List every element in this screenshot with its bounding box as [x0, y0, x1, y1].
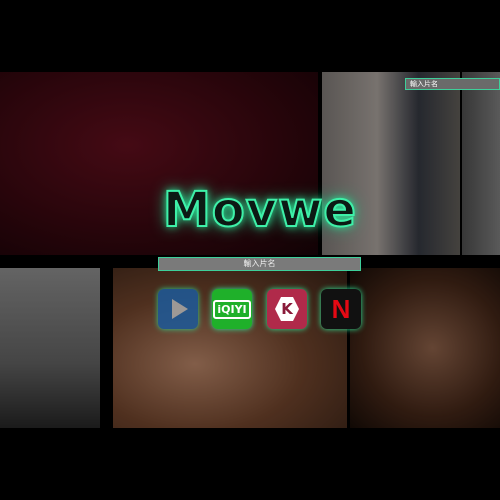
- netflix-app-button[interactable]: N: [321, 289, 361, 329]
- top-search-input[interactable]: 輸入片名: [405, 78, 500, 90]
- kktv-logo: K: [275, 297, 299, 321]
- kktv-app-button[interactable]: K: [267, 289, 307, 329]
- play-icon: [172, 299, 188, 319]
- search-input[interactable]: 輸入片名: [158, 257, 361, 271]
- iqiyi-app-button[interactable]: iQIYI: [212, 289, 252, 329]
- iqiyi-logo: iQIYI: [213, 299, 251, 319]
- netflix-logo: N: [331, 293, 351, 324]
- video-app-button[interactable]: [158, 289, 198, 329]
- logo: Movwe: [162, 181, 357, 239]
- background-overlay: [0, 72, 500, 428]
